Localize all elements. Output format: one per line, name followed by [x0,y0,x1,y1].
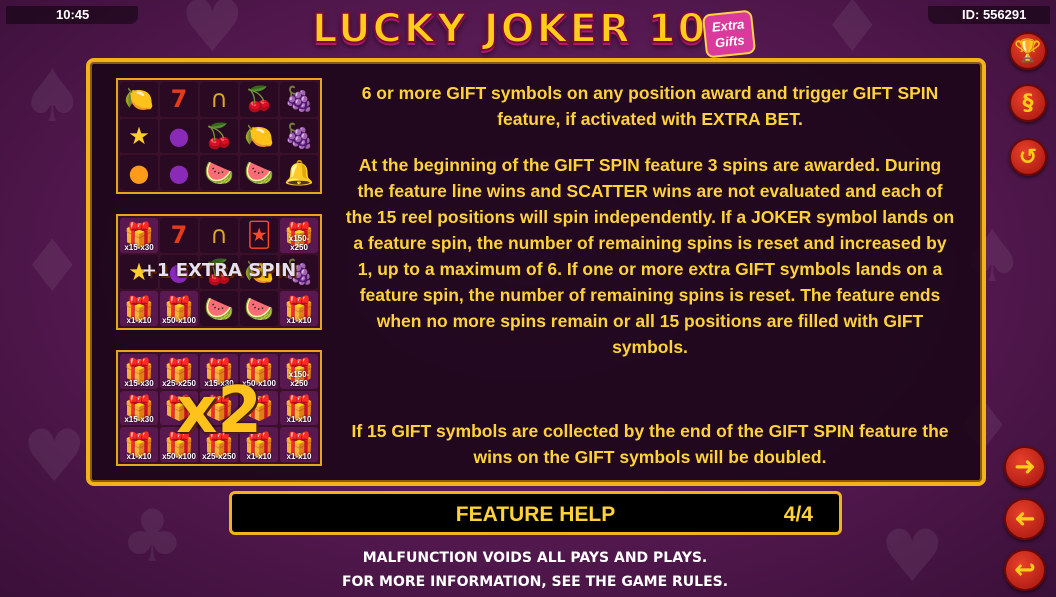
badge-line-2: Gifts [714,32,746,51]
gift-symbol: 🎁 x1-x10 [280,291,318,326]
gift-multiplier: x1-x10 [286,316,312,325]
watermelon-symbol: 🍉 [240,155,278,190]
star-symbol: ★ [120,254,158,290]
trophy-icon: 🏆 [1014,38,1042,64]
game-id: ID: 556291 [928,6,1050,24]
plum-symbol: ● [160,254,198,290]
logo-title: LUCKY JOKER 10 [311,5,708,53]
help-panel: 🍋 7 ∩ 🍒 🍇 ★ ● 🍒 🍋 🍇 ● ● 🍉 🍉 🔔 🎁 x15-x30 7… [86,58,986,486]
cherry-symbol: 🍒 [240,82,278,117]
trophy-button[interactable]: 🏆 [1009,32,1047,70]
arrow-right-icon: ➜ [1014,452,1036,482]
gift-symbol: 🎁 [160,390,198,426]
gift-multiplier: x1-x10 [126,316,152,325]
game-logo: LUCKY JOKER 10 Extra Gifts [311,5,762,59]
gift-symbol: 🎁 x25-x250 [200,427,238,462]
arrow-left-icon: ➜ [1014,504,1036,534]
next-page-button[interactable]: ➜ [1004,446,1046,488]
example-grid-trigger: 🍋 7 ∩ 🍒 🍇 ★ ● 🍒 🍋 🍇 ● ● 🍉 🍉 🔔 [116,78,322,194]
horseshoe-symbol: ∩ [200,218,238,253]
cherry-symbol: 🍒 [200,118,238,154]
gift-symbol: 🎁 x150-x250 [280,218,318,253]
seven-symbol: 7 [160,218,198,253]
extra-gifts-badge: Extra Gifts [701,9,757,59]
gift-symbol: 🎁 x1-x10 [240,427,278,462]
gift-symbol: 🎁 x150-x250 [280,354,318,389]
history-button[interactable]: ↺ [1009,138,1047,176]
grapes-symbol: 🍇 [280,82,318,117]
history-icon: ↺ [1018,144,1038,170]
gift-symbol: 🎁 x1-x10 [280,427,318,462]
page-indicator: 4/4 [783,503,813,526]
star-symbol: ★ [120,118,158,154]
bell-symbol: 🔔 [280,155,318,190]
section-icon: § [1022,90,1034,116]
orange-symbol: ● [120,155,158,190]
gift-symbol: 🎁 x50-x100 [160,427,198,462]
gift-symbol: 🎁 x15-x30 [120,390,158,426]
gift-symbol: 🎁 x15-x30 [200,354,238,389]
watermelon-symbol: 🍉 [200,155,238,190]
grapes-symbol: 🍇 [280,254,318,290]
gift-multiplier: x15-x30 [124,242,154,252]
gift-symbol: 🎁 x25-x250 [160,354,198,389]
disclaimer-line-1: MALFUNCTION VOIDS ALL PAYS AND PLAYS. [362,550,708,566]
disclaimer-line-2: FOR MORE INFORMATION, SEE THE GAME RULES… [341,574,729,590]
gift-symbol: 🎁 x50-x100 [240,354,278,389]
lemon-symbol: 🍋 [240,118,278,154]
gift-multiplier: x1-x10 [246,452,272,461]
example-grid-double: 🎁 x15-x30 🎁 x25-x250 🎁 x15-x30 🎁 x50-x100 🎁 x… [116,350,322,466]
gift-symbol: 🎁 x1-x10 [280,390,318,426]
gift-multiplier: x150-x250 [288,369,310,388]
feature-help-title: FEATURE HELP [455,503,616,526]
rules-button[interactable]: § [1009,84,1047,122]
gift-multiplier: x15-x30 [124,415,154,425]
rule-paragraph-double: If 15 GIFT symbols are collected by the … [351,421,949,467]
gift-multiplier: x25-x250 [162,378,196,388]
gift-multiplier: x1-x10 [286,452,312,461]
horseshoe-symbol: ∩ [200,82,238,117]
rule-paragraph-feature: At the beginning of the GIFT SPIN featur… [345,155,955,357]
gift-symbol: 🎁 x15-x30 [120,354,158,389]
clock: 10:45 [6,6,138,24]
gift-symbol: 🎁 x1-x10 [120,427,158,462]
gift-multiplier: x50-x100 [242,378,276,388]
gift-multiplier: x15-x30 [124,378,154,388]
gift-multiplier: x1-x10 [286,415,312,425]
gift-multiplier: x50-x100 [162,316,196,325]
example-grid-extra-spin: 🎁 x15-x30 7 ∩ 🃏 🎁 x150-x250 ★ ● 🍒 🍋 🍇 🎁 x1-… [116,214,322,330]
seven-symbol: 7 [160,82,198,117]
gift-multiplier: x150-x250 [288,233,310,252]
rule-paragraph-trigger: 6 or more GIFT symbols on any position a… [361,83,939,129]
gift-symbol: 🎁 x1-x10 [120,291,158,326]
watermelon-symbol: 🍉 [200,291,238,326]
joker-symbol: 🃏 [240,218,278,253]
gift-multiplier: x15-x30 [204,378,234,388]
gift-multiplier: x25-x250 [202,452,236,461]
lemon-symbol: 🍋 [240,254,278,290]
feature-help-bar: FEATURE HELP 4/4 [229,491,842,535]
grapes-symbol: 🍇 [280,118,318,154]
gift-symbol: 🎁 x15-x30 [120,218,158,253]
plum-symbol: ● [160,118,198,154]
back-to-game-button[interactable]: ↩ [1004,549,1046,591]
plum-symbol: ● [160,155,198,190]
lemon-symbol: 🍋 [120,82,158,117]
gift-multiplier: x50-x100 [162,452,196,461]
watermelon-symbol: 🍉 [240,291,278,326]
gift-symbol: 🎁 [240,390,278,426]
gift-symbol: 🎁 x50-x100 [160,291,198,326]
previous-page-button[interactable]: ➜ [1004,498,1046,540]
gift-multiplier: x1-x10 [126,452,152,461]
cherry-symbol: 🍒 [200,254,238,290]
gift-symbol: 🎁 [200,390,238,426]
return-icon: ↩ [1014,555,1036,585]
